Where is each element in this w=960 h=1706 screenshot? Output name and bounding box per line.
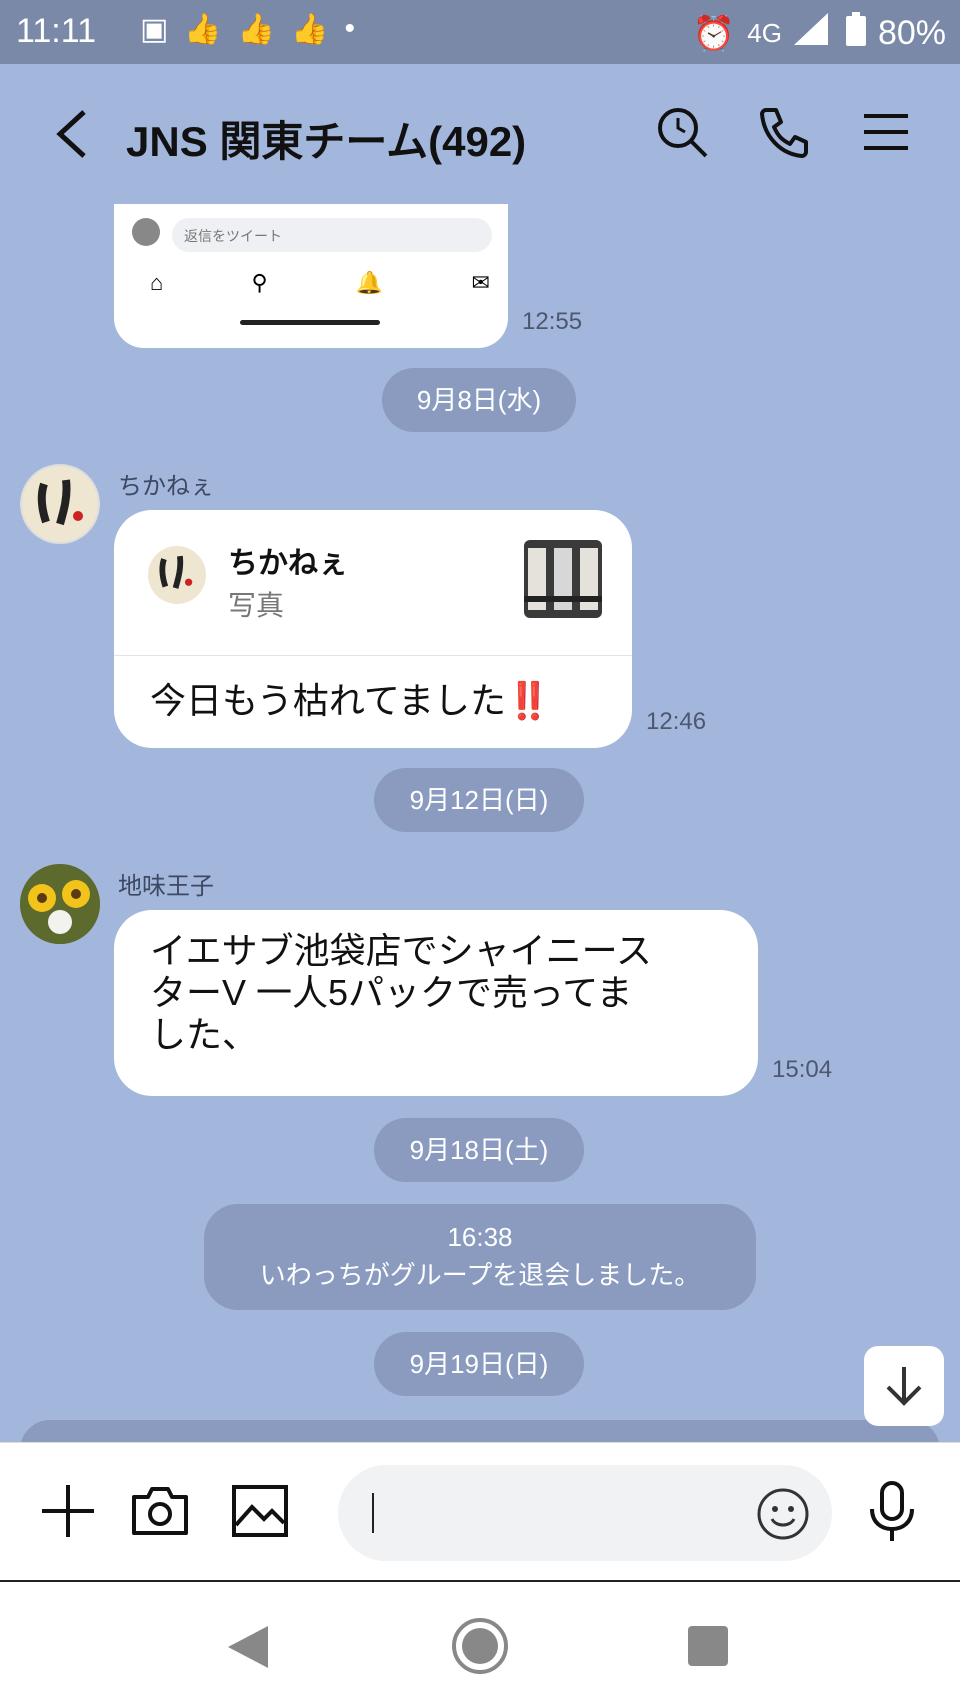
thumbs-up-icon: 👍	[291, 13, 329, 46]
message-input[interactable]	[338, 1465, 832, 1561]
thumbs-up-icon: 👍	[184, 13, 222, 46]
phone-icon[interactable]	[756, 104, 812, 160]
battery-percent: 80%	[877, 14, 946, 52]
avatar[interactable]	[20, 464, 100, 544]
bell-icon: 🔔	[355, 270, 384, 295]
image-icon[interactable]	[228, 1479, 292, 1543]
search-icon[interactable]	[654, 104, 710, 160]
thumbs-up-icon: 👍	[237, 13, 276, 46]
home-icon: ⌂	[150, 270, 164, 295]
home-indicator	[240, 320, 380, 325]
emoji-icon[interactable]	[756, 1487, 810, 1546]
text-cursor	[372, 1493, 374, 1533]
reply-message[interactable]: ちかねぇ 写真 今日もう枯れてました‼️	[114, 510, 632, 748]
date-separator: 9月18日(土)	[374, 1118, 584, 1182]
message-timestamp: 15:04	[772, 1056, 833, 1083]
mail-icon: ✉	[471, 270, 490, 295]
status-bar: 11:11 ▣ 👍 👍 👍 • ⏰ 4G 80%	[0, 0, 960, 64]
quoted-message[interactable]: ちかねぇ 写真	[114, 510, 632, 656]
quoted-message-type: 写真	[228, 590, 285, 621]
plus-icon[interactable]	[36, 1479, 100, 1543]
nav-home-icon[interactable]	[450, 1616, 510, 1681]
alarm-icon: ⏰	[692, 14, 736, 53]
system-message-time: 16:38	[447, 1222, 513, 1252]
text-message[interactable]: イエサブ池袋店でシャイニース ターV 一人5パックで売ってま した、	[114, 910, 758, 1096]
quoted-sender-name: ちかねぇ	[228, 547, 348, 580]
system-nav-bar	[0, 1580, 960, 1706]
message-text-line: した、	[150, 1014, 259, 1055]
message-timestamp: 12:46	[646, 708, 707, 735]
dot-icon: •	[344, 12, 355, 45]
scroll-to-bottom-button[interactable]	[864, 1346, 944, 1426]
chat-header: JNS 関東チーム(492)	[0, 64, 960, 204]
system-message	[20, 1420, 940, 1444]
system-message: 16:38 いわっちがグループを退会しました。	[204, 1204, 756, 1310]
menu-icon[interactable]	[858, 104, 914, 160]
sender-name: 地味王子	[118, 873, 214, 900]
message-text-line: イエサブ池袋店でシャイニース	[150, 930, 652, 971]
search-icon: ⚲	[251, 270, 268, 295]
network-type: 4G	[747, 18, 782, 48]
microphone-icon[interactable]	[860, 1479, 924, 1543]
date-separator: 9月12日(日)	[374, 768, 584, 832]
sender-name: ちかねぇ	[118, 473, 214, 500]
camera-icon[interactable]	[128, 1479, 192, 1543]
avatar	[132, 218, 160, 246]
signal-icon	[793, 13, 834, 54]
system-message-text: いわっちがグループを退会しました。	[259, 1260, 701, 1290]
chat-area[interactable]: 返信をツイート ⌂ ⚲ 🔔 ✉ 12:55 9月8日(水) ちかねぇ ちかねぇ …	[0, 204, 960, 1444]
battery-icon	[845, 12, 866, 55]
nav-recents-icon[interactable]	[688, 1626, 728, 1671]
date-separator: 9月19日(日)	[374, 1332, 584, 1396]
message-composer	[0, 1442, 960, 1580]
back-icon[interactable]	[52, 108, 92, 160]
message-text-line: ターV 一人5パックで売ってま	[150, 972, 633, 1013]
reply-input-preview: 返信をツイート	[172, 218, 492, 252]
message-text: 今日もう枯れてました‼️	[150, 680, 551, 721]
nav-back-icon[interactable]	[226, 1624, 270, 1675]
date-separator: 9月8日(水)	[382, 368, 576, 432]
image-icon: ▣	[140, 13, 169, 46]
avatar	[148, 546, 206, 604]
avatar[interactable]	[20, 864, 100, 944]
image-message[interactable]: 返信をツイート ⌂ ⚲ 🔔 ✉	[114, 204, 508, 348]
chat-title[interactable]: JNS 関東チーム(492)	[126, 108, 526, 169]
quoted-thumbnail	[524, 540, 602, 618]
arrow-down-icon	[886, 1367, 922, 1406]
status-time: 11:11	[16, 12, 97, 50]
message-timestamp: 12:55	[522, 308, 583, 335]
